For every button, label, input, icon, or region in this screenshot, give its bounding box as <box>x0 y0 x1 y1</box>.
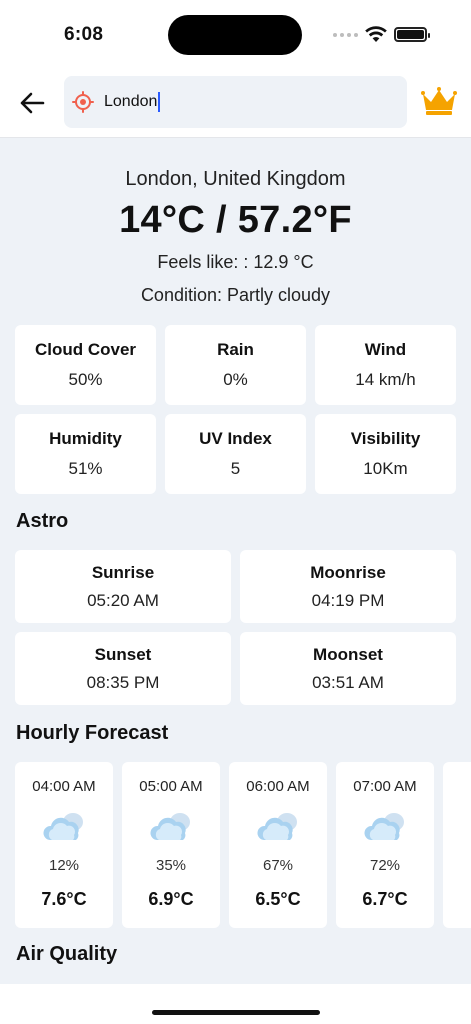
partly-cloudy-icon <box>149 809 193 843</box>
cellular-signal-icon <box>333 33 358 37</box>
metric-card-humidity: Humidity 51% <box>15 414 156 494</box>
status-bar: 6:08 <box>0 0 471 68</box>
metric-title: Wind <box>364 340 407 359</box>
location-target-icon[interactable] <box>72 91 94 113</box>
status-time: 6:08 <box>64 24 104 45</box>
metric-value: 50% <box>68 370 103 389</box>
hourly-time: 07:00 AM <box>353 778 417 795</box>
astro-grid: Sunrise 05:20 AM Moonrise 04:19 PM Sunset 0… <box>15 550 456 705</box>
current-temperature: 14°C / 57.2°F <box>119 199 352 241</box>
astro-card-sunset: Sunset 08:35 PM <box>15 632 231 705</box>
search-header: London <box>0 68 471 138</box>
hourly-temp: 6.7°C <box>362 889 408 909</box>
battery-icon <box>394 27 430 42</box>
metric-card-rain: Rain 0% <box>165 325 306 405</box>
home-indicator[interactable] <box>152 1010 320 1015</box>
wifi-icon <box>365 25 387 48</box>
hourly-time: 04:00 AM <box>32 778 96 795</box>
metric-card-uv-index: UV Index 5 <box>165 414 306 494</box>
metric-value: 5 <box>230 459 241 478</box>
hourly-forecast-scroller[interactable]: 04:00 AM 12% 7.6°C 05:00 AM 35% 6.9°C 06… <box>15 762 471 928</box>
metric-title: Rain <box>217 340 254 359</box>
home-indicator-area <box>0 984 471 1024</box>
astro-value: 03:51 AM <box>312 672 384 692</box>
hourly-chance: 12% <box>48 857 80 874</box>
current-weather: London, United Kingdom 14°C / 57.2°F Fee… <box>0 168 471 306</box>
hourly-temp: 6.5°C <box>255 889 301 909</box>
astro-heading: Astro <box>16 510 69 532</box>
metric-title: UV Index <box>199 429 272 448</box>
crown-icon <box>421 87 457 115</box>
partly-cloudy-icon <box>256 809 300 843</box>
astro-title: Sunset <box>94 644 152 664</box>
hourly-card: 06:00 AM 67% 6.5°C <box>229 762 327 928</box>
back-arrow-icon <box>20 92 45 114</box>
metric-value: 10Km <box>363 459 408 478</box>
hourly-card: 07:00 AM 72% 6.7°C <box>336 762 434 928</box>
hourly-chance: 35% <box>155 857 187 874</box>
hourly-temp: 7.6°C <box>41 889 87 909</box>
search-input-value[interactable]: London <box>104 92 161 112</box>
astro-value: 04:19 PM <box>311 590 385 610</box>
condition: Condition: Partly cloudy <box>140 285 331 305</box>
back-button[interactable] <box>14 85 50 121</box>
metric-card-visibility: Visibility 10Km <box>315 414 456 494</box>
astro-value: 08:35 PM <box>86 672 160 692</box>
hourly-time: 06:00 AM <box>246 778 310 795</box>
metric-card-cloud-cover: Cloud Cover 50% <box>15 325 156 405</box>
feels-like: Feels like: : 12.9 °C <box>157 252 314 272</box>
astro-value: 05:20 AM <box>87 590 159 610</box>
metric-title: Cloud Cover <box>34 340 137 359</box>
location-name: London, United Kingdom <box>125 168 346 190</box>
hourly-chance: 72% <box>369 857 401 874</box>
hourly-time: 05:00 AM <box>139 778 203 795</box>
astro-card-moonrise: Moonrise 04:19 PM <box>240 550 456 623</box>
astro-title: Sunrise <box>91 562 155 582</box>
hourly-forecast-heading: Hourly Forecast <box>16 722 169 744</box>
hourly-card-partial <box>443 762 471 928</box>
metric-value: 0% <box>223 370 248 389</box>
dynamic-island <box>168 15 302 55</box>
premium-crown-button[interactable] <box>421 86 457 121</box>
metric-title: Visibility <box>350 429 421 448</box>
metric-card-wind: Wind 14 km/h <box>315 325 456 405</box>
hourly-card: 05:00 AM 35% 6.9°C <box>122 762 220 928</box>
hourly-card: 04:00 AM 12% 7.6°C <box>15 762 113 928</box>
astro-title: Moonset <box>313 644 383 664</box>
partly-cloudy-icon <box>363 809 407 843</box>
hourly-temp: 6.9°C <box>148 889 194 909</box>
astro-card-moonset: Moonset 03:51 AM <box>240 632 456 705</box>
text-cursor <box>158 92 161 112</box>
astro-card-sunrise: Sunrise 05:20 AM <box>15 550 231 623</box>
metric-title: Humidity <box>49 429 122 448</box>
air-quality-heading: Air Quality <box>16 943 118 965</box>
hourly-chance: 67% <box>262 857 294 874</box>
search-input[interactable]: London <box>64 76 407 128</box>
metric-value: 14 km/h <box>355 370 416 389</box>
astro-title: Moonrise <box>310 562 386 582</box>
partly-cloudy-icon <box>42 809 86 843</box>
metrics-grid: Cloud Cover 50% Rain 0% Wind 14 km/h Humidi… <box>15 325 456 494</box>
metric-value: 51% <box>68 459 103 478</box>
